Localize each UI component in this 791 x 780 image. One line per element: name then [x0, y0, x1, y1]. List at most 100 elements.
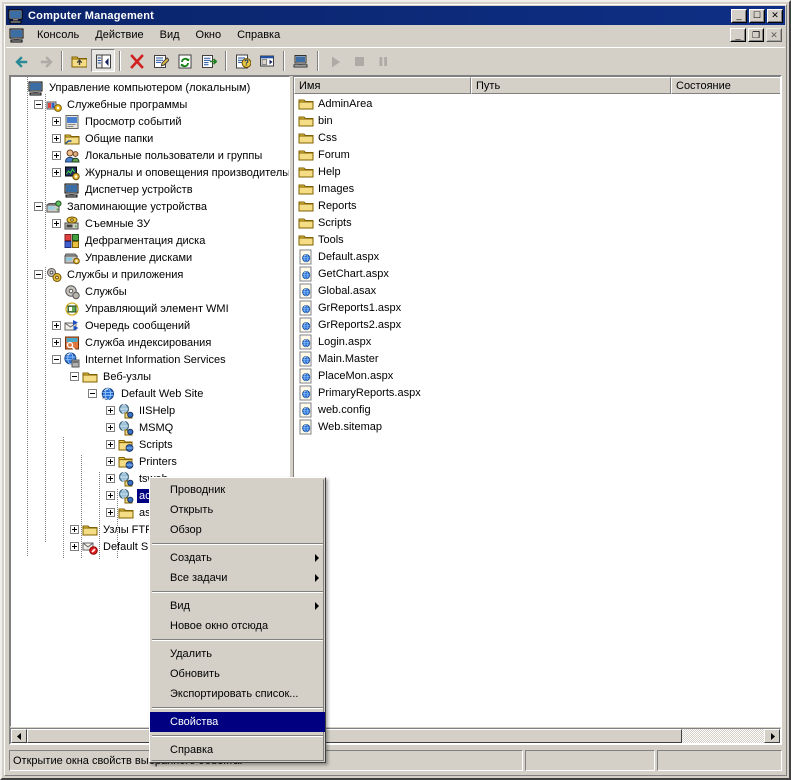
- table-row[interactable]: Tools: [294, 231, 780, 248]
- list-column-header[interactable]: Путь: [471, 77, 671, 94]
- table-row[interactable]: Help: [294, 163, 780, 180]
- list-scroll-track[interactable]: [310, 729, 764, 743]
- table-row[interactable]: GrReports2.aspx: [294, 316, 780, 333]
- scroll-left-button[interactable]: [11, 729, 27, 743]
- expand-node-button[interactable]: [52, 151, 61, 160]
- tree-node[interactable]: Съемные ЗУ: [11, 215, 289, 232]
- tree-node[interactable]: MSMQ: [11, 419, 289, 436]
- context-menu-item[interactable]: Проводник: [150, 480, 325, 500]
- tree-node[interactable]: Internet Information Services: [11, 351, 289, 368]
- delete-button[interactable]: [125, 49, 149, 72]
- table-row[interactable]: GrReports1.aspx: [294, 299, 780, 316]
- expand-node-button[interactable]: [52, 338, 61, 347]
- table-row[interactable]: Main.Master: [294, 350, 780, 367]
- table-row[interactable]: Reports: [294, 197, 780, 214]
- expand-node-button[interactable]: [106, 423, 115, 432]
- child-close-button[interactable]: ✕: [766, 28, 782, 42]
- close-button[interactable]: ✕: [767, 8, 783, 23]
- tree-node[interactable]: Служба индексирования: [11, 334, 289, 351]
- tree-node[interactable]: Scripts: [11, 436, 289, 453]
- table-row[interactable]: Default.aspx: [294, 248, 780, 265]
- expand-node-button[interactable]: [106, 457, 115, 466]
- menu-3[interactable]: Вид: [152, 27, 188, 43]
- table-row[interactable]: Scripts: [294, 214, 780, 231]
- context-menu-item[interactable]: Обзор: [150, 520, 325, 540]
- back-button[interactable]: [9, 49, 33, 72]
- tree-node[interactable]: Веб-узлы: [11, 368, 289, 385]
- tree-node[interactable]: IISHelp: [11, 402, 289, 419]
- refresh-button[interactable]: [173, 49, 197, 72]
- context-menu-item[interactable]: Все задачи: [150, 568, 325, 588]
- context-menu-item[interactable]: Справка: [150, 740, 325, 760]
- expand-node-button[interactable]: [106, 474, 115, 483]
- table-row[interactable]: PrimaryReports.aspx: [294, 384, 780, 401]
- tree-node[interactable]: Службы и приложения: [11, 266, 289, 283]
- collapse-node-button[interactable]: [70, 372, 79, 381]
- minimize-button[interactable]: _: [731, 8, 747, 23]
- context-menu-item[interactable]: Экспортировать список...: [150, 684, 325, 704]
- tree-node[interactable]: Журналы и оповещения производительнос: [11, 164, 289, 181]
- new-window-button[interactable]: [255, 49, 279, 72]
- collapse-node-button[interactable]: [52, 355, 61, 364]
- expand-node-button[interactable]: [52, 219, 61, 228]
- show-tree-button[interactable]: [91, 49, 115, 72]
- collapse-node-button[interactable]: [34, 100, 43, 109]
- expand-node-button[interactable]: [52, 321, 61, 330]
- list-hscrollbar[interactable]: [293, 728, 781, 744]
- tree-node[interactable]: Очередь сообщений: [11, 317, 289, 334]
- tree-node[interactable]: Службы: [11, 283, 289, 300]
- table-row[interactable]: Web.sitemap: [294, 418, 780, 435]
- expand-node-button[interactable]: [106, 491, 115, 500]
- context-menu-item[interactable]: Создать: [150, 548, 325, 568]
- context-menu-item[interactable]: Обновить: [150, 664, 325, 684]
- collapse-node-button[interactable]: [88, 389, 97, 398]
- expand-node-button[interactable]: [70, 525, 79, 534]
- tree-node[interactable]: Служебные программы: [11, 96, 289, 113]
- context-menu-item[interactable]: Свойства: [150, 712, 325, 732]
- context-menu-item[interactable]: Удалить: [150, 644, 325, 664]
- tree-node[interactable]: Просмотр событий: [11, 113, 289, 130]
- tree-node[interactable]: Общие папки: [11, 130, 289, 147]
- menu-1[interactable]: Консоль: [29, 27, 87, 43]
- properties-button[interactable]: [149, 49, 173, 72]
- context-menu-item[interactable]: Новое окно отсюда: [150, 616, 325, 636]
- up-folder-button[interactable]: [67, 49, 91, 72]
- expand-node-button[interactable]: [106, 508, 115, 517]
- tree-node[interactable]: Управляющий элемент WMI: [11, 300, 289, 317]
- help-button[interactable]: ?: [231, 49, 255, 72]
- table-row[interactable]: Images: [294, 180, 780, 197]
- collapse-node-button[interactable]: [34, 202, 43, 211]
- tree-node[interactable]: Дефрагментация диска: [11, 232, 289, 249]
- table-row[interactable]: PlaceMon.aspx: [294, 367, 780, 384]
- table-row[interactable]: Login.aspx: [294, 333, 780, 350]
- title-bar[interactable]: Computer Management _ ☐ ✕: [6, 6, 785, 25]
- expand-node-button[interactable]: [52, 134, 61, 143]
- table-row[interactable]: Global.asax: [294, 282, 780, 299]
- tree-node[interactable]: Диспетчер устройств: [11, 181, 289, 198]
- menu-2[interactable]: Действие: [87, 27, 151, 43]
- tree-node[interactable]: Локальные пользователи и группы: [11, 147, 289, 164]
- expand-node-button[interactable]: [106, 440, 115, 449]
- table-row[interactable]: GetChart.aspx: [294, 265, 780, 282]
- menu-4[interactable]: Окно: [188, 27, 230, 43]
- expand-node-button[interactable]: [52, 168, 61, 177]
- menu-5[interactable]: Справка: [229, 27, 288, 43]
- expand-node-button[interactable]: [70, 542, 79, 551]
- table-row[interactable]: Forum: [294, 146, 780, 163]
- list-column-header[interactable]: Состояние: [671, 77, 780, 94]
- list-view[interactable]: Имя Путь Состояние AdminArea bin Css Forum Hel…: [293, 76, 781, 727]
- tree-node[interactable]: Управление компьютером (локальным): [11, 79, 289, 96]
- scroll-right-button[interactable]: [764, 729, 780, 743]
- table-row[interactable]: Css: [294, 129, 780, 146]
- context-menu-item[interactable]: Вид: [150, 596, 325, 616]
- context-menu-item[interactable]: Открыть: [150, 500, 325, 520]
- table-row[interactable]: bin: [294, 112, 780, 129]
- child-restore-button[interactable]: ❐: [748, 28, 764, 42]
- export-list-button[interactable]: [197, 49, 221, 72]
- tree-node[interactable]: Запоминающие устройства: [11, 198, 289, 215]
- expand-node-button[interactable]: [52, 117, 61, 126]
- table-row[interactable]: AdminArea: [294, 95, 780, 112]
- child-minimize-button[interactable]: _: [730, 28, 746, 42]
- list-scroll-thumb[interactable]: [310, 729, 683, 743]
- table-row[interactable]: web.config: [294, 401, 780, 418]
